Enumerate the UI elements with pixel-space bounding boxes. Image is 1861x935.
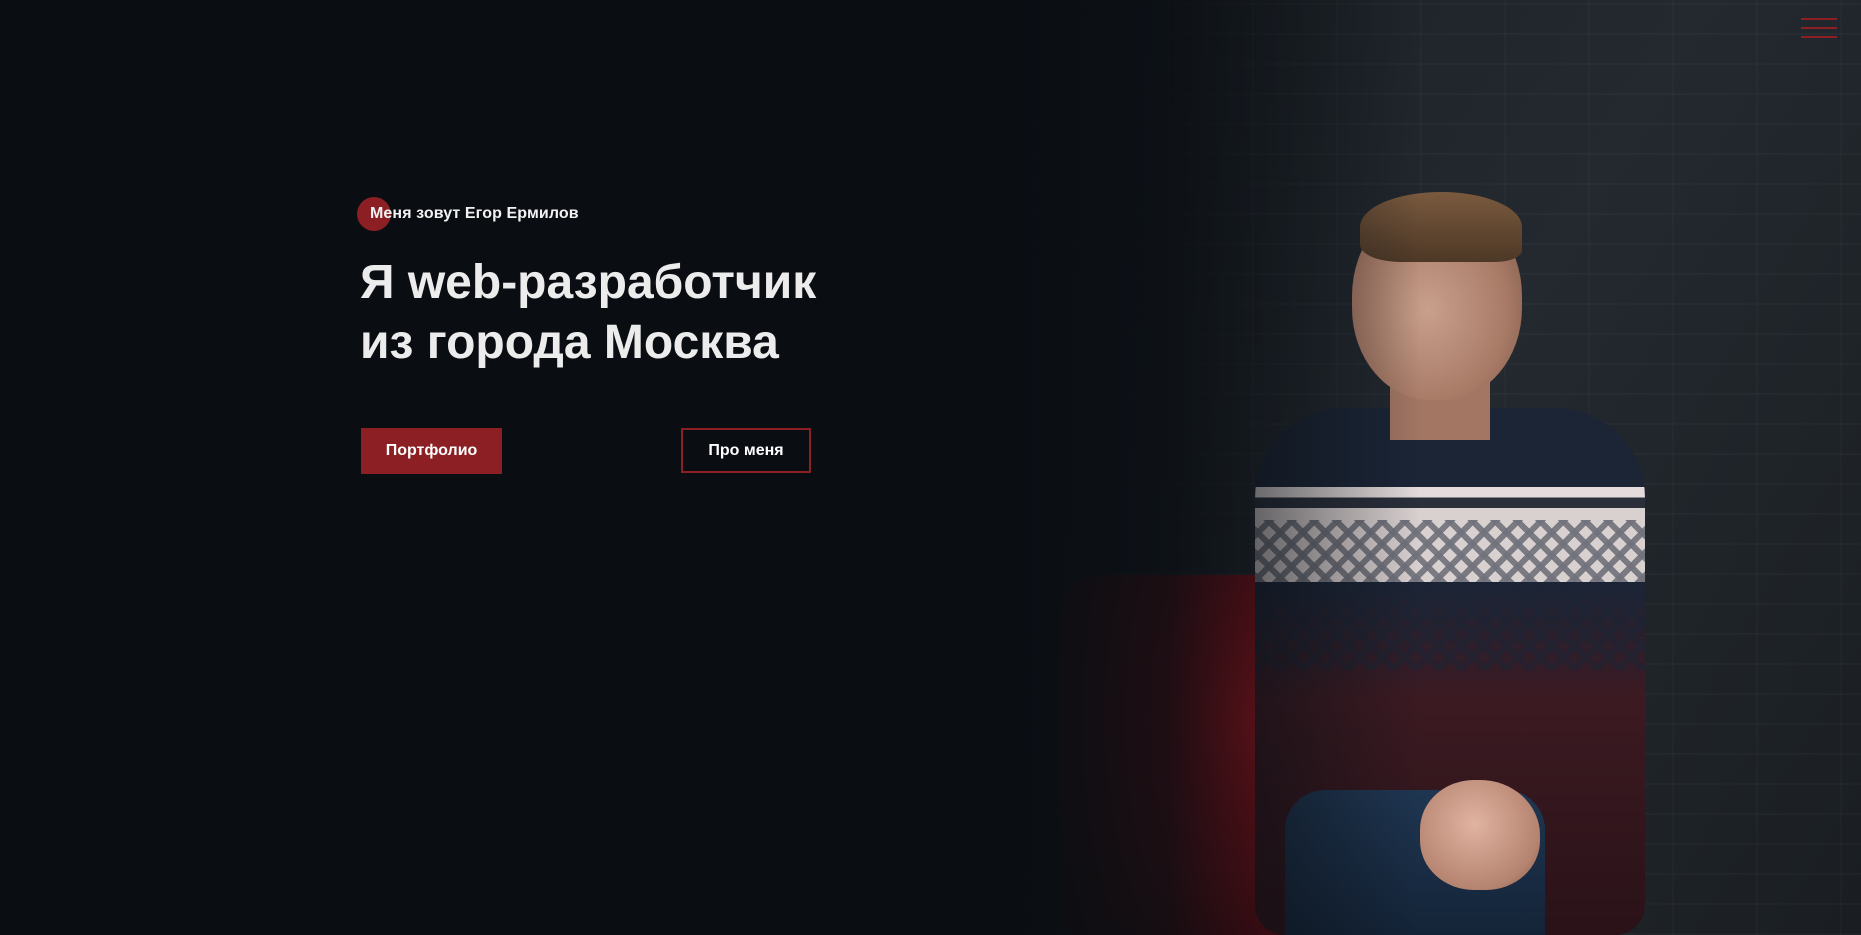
about-me-button[interactable]: Про меня xyxy=(681,428,811,473)
page-title: Я web-разработчик из города Москва xyxy=(360,253,920,373)
hero-section: Меня зовут Егор Ермилов Я web-разработчи… xyxy=(0,0,1861,935)
person-hand xyxy=(1420,780,1540,890)
menu-line xyxy=(1801,27,1837,29)
photo-fade-overlay xyxy=(1000,0,1420,935)
menu-line xyxy=(1801,18,1837,20)
title-line-2: из города Москва xyxy=(360,316,779,369)
hamburger-menu-icon[interactable] xyxy=(1801,18,1837,42)
hero-photo xyxy=(1000,0,1861,935)
portfolio-button[interactable]: Портфолио xyxy=(361,428,502,474)
title-line-1: Я web-разработчик xyxy=(360,256,817,309)
hero-content: Меня зовут Егор Ермилов Я web-разработчи… xyxy=(357,197,920,474)
menu-line xyxy=(1801,36,1837,38)
intro-text: Меня зовут Егор Ермилов xyxy=(370,205,579,222)
intro-line: Меня зовут Егор Ермилов xyxy=(357,197,920,231)
hero-buttons: Портфолио Про меня xyxy=(360,428,920,474)
